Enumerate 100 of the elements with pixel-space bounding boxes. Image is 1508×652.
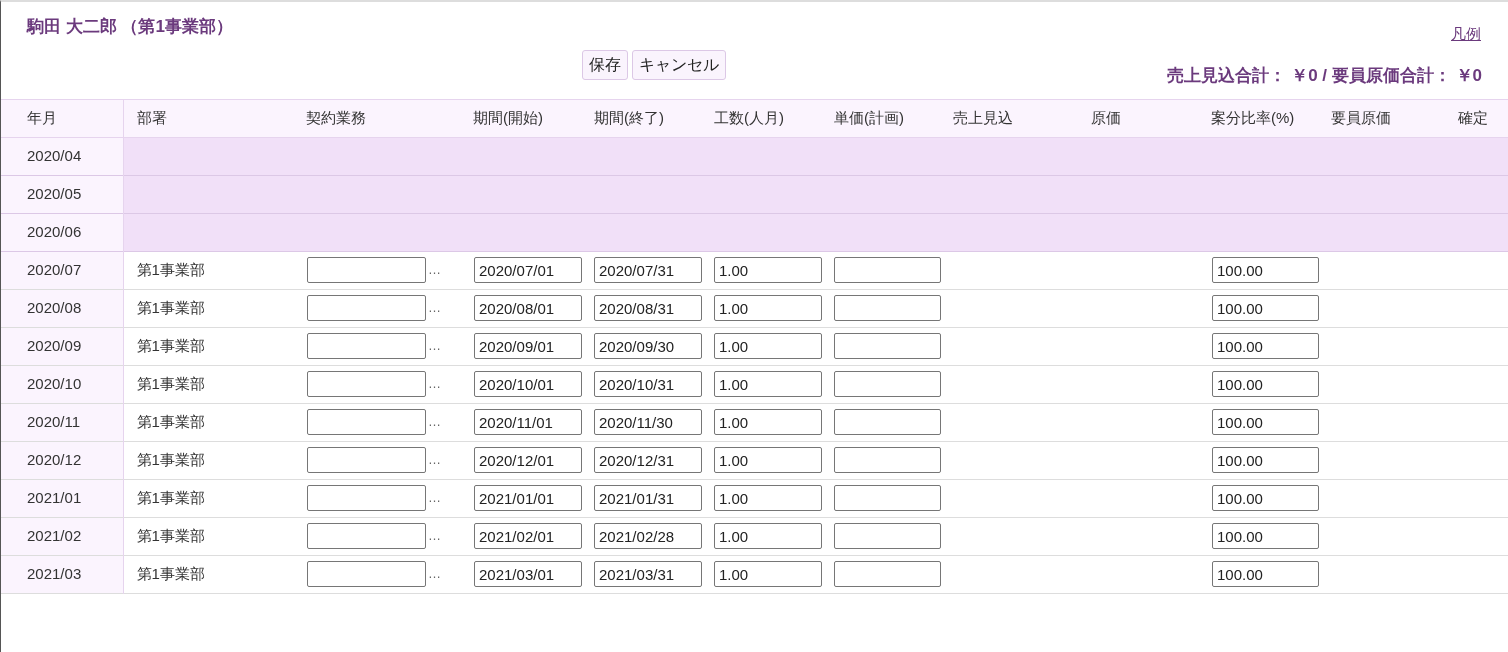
end-date-input[interactable]: 2020/12/31	[594, 447, 702, 473]
end-date-input[interactable]: 2020/10/31	[594, 371, 702, 397]
picker-button[interactable]: …	[426, 488, 443, 508]
month-cell: 2020/08	[1, 289, 123, 327]
end-date-input[interactable]: 2021/03/31	[594, 561, 702, 587]
contract-input[interactable]	[307, 523, 426, 549]
picker-button[interactable]: …	[426, 526, 443, 546]
unit-price-input[interactable]	[834, 409, 941, 435]
ratio-input[interactable]: 100.00	[1212, 295, 1319, 321]
unit-price-input[interactable]	[834, 447, 941, 473]
month-cell: 2021/02	[1, 517, 123, 555]
contract-input[interactable]	[307, 485, 426, 511]
unit-price-input[interactable]	[834, 257, 941, 283]
picker-button[interactable]: …	[426, 564, 443, 584]
end-date-input[interactable]: 2020/08/31	[594, 295, 702, 321]
contract-input[interactable]	[307, 295, 426, 321]
end-date-input[interactable]: 2020/11/30	[594, 409, 702, 435]
unit-price-input[interactable]	[834, 333, 941, 359]
effort-input[interactable]: 1.00	[714, 485, 822, 511]
column-header: 期間(開始)	[461, 99, 582, 137]
contract-input[interactable]	[307, 561, 426, 587]
ratio-input[interactable]: 100.00	[1212, 371, 1319, 397]
start-date-input[interactable]: 2021/03/01	[474, 561, 582, 587]
column-header: 原価	[1079, 99, 1199, 137]
month-cell: 2020/12	[1, 441, 123, 479]
column-header: 工数(人月)	[702, 99, 822, 137]
end-date-input[interactable]: 2020/07/31	[594, 257, 702, 283]
contract-input[interactable]	[307, 409, 426, 435]
month-cell: 2020/05	[1, 175, 123, 213]
unit-price-input[interactable]	[834, 485, 941, 511]
column-header: 単価(計画)	[822, 99, 941, 137]
end-date-input[interactable]: 2021/02/28	[594, 523, 702, 549]
unit-price-input[interactable]	[834, 371, 941, 397]
effort-input[interactable]: 1.00	[714, 257, 822, 283]
ratio-input[interactable]: 100.00	[1212, 409, 1319, 435]
ratio-input[interactable]: 100.00	[1212, 333, 1319, 359]
ratio-input[interactable]: 100.00	[1212, 523, 1319, 549]
picker-button[interactable]: …	[426, 412, 443, 432]
picker-button[interactable]: …	[426, 260, 443, 280]
effort-input[interactable]: 1.00	[714, 523, 822, 549]
ratio-input[interactable]: 100.00	[1212, 447, 1319, 473]
contract-input[interactable]	[307, 447, 426, 473]
page-title: 駒田 大二郎 （第1事業部）	[27, 16, 233, 38]
ratio-input[interactable]: 100.00	[1212, 561, 1319, 587]
ratio-input[interactable]: 100.00	[1212, 485, 1319, 511]
start-date-input[interactable]: 2020/12/01	[474, 447, 582, 473]
start-date-input[interactable]: 2021/02/01	[474, 523, 582, 549]
picker-button[interactable]: …	[426, 450, 443, 470]
department-cell: 第1事業部	[136, 298, 205, 316]
effort-input[interactable]: 1.00	[714, 295, 822, 321]
unit-price-input[interactable]	[834, 295, 941, 321]
column-header: 売上見込	[941, 99, 1079, 137]
start-date-input[interactable]: 2020/11/01	[474, 409, 582, 435]
column-header: 期間(終了)	[582, 99, 702, 137]
totals-summary: 売上見込合計： ￥0 / 要員原価合計： ￥0	[1167, 65, 1482, 87]
month-cell: 2020/04	[1, 137, 123, 175]
department-cell: 第1事業部	[136, 450, 205, 468]
column-header: 部署	[123, 99, 295, 137]
department-cell: 第1事業部	[136, 260, 205, 278]
column-header: 確定	[1446, 99, 1508, 137]
cancel-button[interactable]: キャンセル	[632, 49, 727, 80]
contract-input[interactable]	[307, 371, 426, 397]
ratio-input[interactable]: 100.00	[1212, 257, 1319, 283]
contract-input[interactable]	[307, 257, 426, 283]
effort-input[interactable]: 1.00	[714, 333, 822, 359]
department-cell: 第1事業部	[136, 526, 205, 544]
effort-input[interactable]: 1.00	[714, 409, 822, 435]
department-cell: 第1事業部	[136, 412, 205, 430]
effort-input[interactable]: 1.00	[714, 447, 822, 473]
picker-button[interactable]: …	[426, 298, 443, 318]
save-button[interactable]: 保存	[582, 49, 629, 80]
effort-input[interactable]: 1.00	[714, 561, 822, 587]
column-header: 案分比率(%)	[1199, 99, 1319, 137]
picker-button[interactable]: …	[426, 374, 443, 394]
start-date-input[interactable]: 2021/01/01	[474, 485, 582, 511]
column-header: 契約業務	[295, 99, 461, 137]
start-date-input[interactable]: 2020/10/01	[474, 371, 582, 397]
month-cell: 2020/06	[1, 213, 123, 251]
unit-price-input[interactable]	[834, 523, 941, 549]
end-date-input[interactable]: 2021/01/31	[594, 485, 702, 511]
month-cell: 2020/10	[1, 365, 123, 403]
effort-input[interactable]: 1.00	[714, 371, 822, 397]
month-cell: 2021/01	[1, 479, 123, 517]
month-cell: 2020/09	[1, 327, 123, 365]
column-header: 要員原価	[1319, 99, 1446, 137]
start-date-input[interactable]: 2020/08/01	[474, 295, 582, 321]
legend-link[interactable]: 凡例	[1451, 23, 1481, 46]
department-cell: 第1事業部	[136, 488, 205, 506]
month-cell: 2020/07	[1, 251, 123, 289]
department-cell: 第1事業部	[136, 564, 205, 582]
end-date-input[interactable]: 2020/09/30	[594, 333, 702, 359]
start-date-input[interactable]: 2020/07/01	[474, 257, 582, 283]
month-cell: 2020/11	[1, 403, 123, 441]
month-cell: 2021/03	[1, 555, 123, 593]
department-cell: 第1事業部	[136, 374, 205, 392]
contract-input[interactable]	[307, 333, 426, 359]
picker-button[interactable]: …	[426, 336, 443, 356]
start-date-input[interactable]: 2020/09/01	[474, 333, 582, 359]
department-cell: 第1事業部	[136, 336, 205, 354]
unit-price-input[interactable]	[834, 561, 941, 587]
